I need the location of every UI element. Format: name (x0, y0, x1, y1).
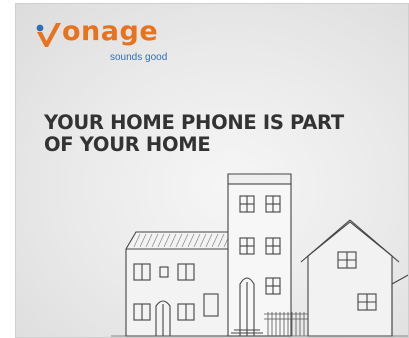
ad-headline: YOUR HOME PHONE IS PART OF YOUR HOME (44, 112, 344, 156)
vonage-logo[interactable]: onage sounds good (32, 16, 182, 66)
house-sketch-illustration (111, 173, 408, 337)
right-house (300, 219, 408, 337)
headline-line-1: YOUR HOME PHONE IS PART (44, 111, 344, 134)
logo-wordmark: onage (62, 16, 159, 47)
vonage-v-logo-icon (36, 23, 61, 47)
tall-house (227, 173, 308, 337)
left-house (125, 231, 239, 337)
vonage-banner-ad[interactable]: onage sounds good YOUR HOME PHONE IS PAR… (15, 3, 409, 338)
logo-tagline: sounds good (110, 52, 168, 63)
headline-line-2: OF YOUR HOME (44, 133, 211, 156)
